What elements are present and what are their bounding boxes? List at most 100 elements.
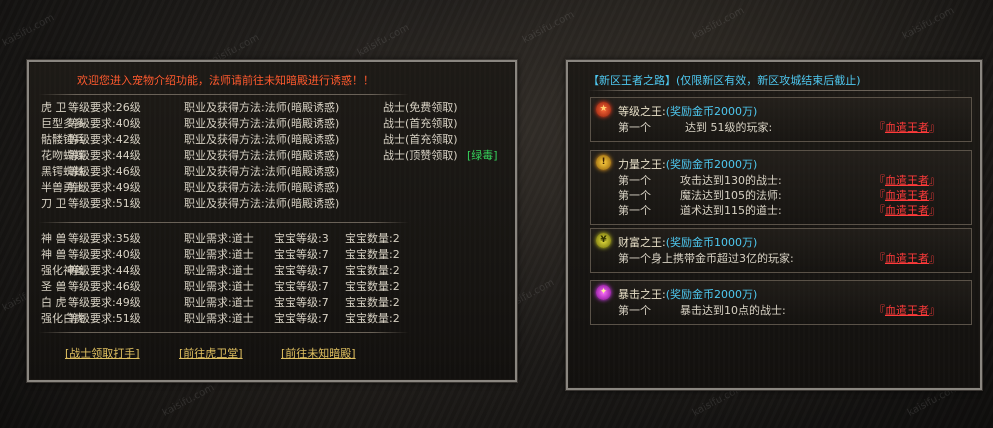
beast-row: 强化神兽 等级要求:44级 职业需求:道士 宝宝等级:7 宝宝数量:2 (29, 263, 509, 279)
beast-lvl: 宝宝等级:7 (274, 264, 329, 277)
bracket-right: 』 (929, 304, 940, 317)
bracket-right: 』 (929, 121, 940, 134)
pet-req: 等级要求:44级 (68, 149, 141, 162)
divider (39, 222, 409, 223)
king-road-panel: 【新区王者之路】(仅限新区有效，新区攻城结束后截止) ★ 等级之王:(奖励金币20… (565, 59, 983, 391)
section-title: 暴击之王:(奖励金币2000万) (618, 286, 757, 302)
condition-row: 第一个 魔法达到105的法师: 『血遣王者』 (618, 188, 968, 203)
beast-req: 等级要求:35级 (68, 232, 141, 245)
beast-row: 圣 兽等级要求:46级 职业需求:道士 宝宝等级:7 宝宝数量:2 (29, 279, 509, 295)
condition-text: 达到 51级的玩家: (685, 121, 773, 134)
king-name-link[interactable]: 『血遣王者』 (874, 303, 940, 318)
go-tiger-hall-link[interactable]: [前往虎卫堂] (179, 345, 243, 361)
pet-req: 等级要求:42级 (68, 133, 141, 146)
king-name-link[interactable]: 『血遣王者』 (874, 203, 940, 218)
divider (39, 332, 409, 333)
beast-name: 白 虎 (41, 296, 67, 309)
pet-row: 虎 卫等级要求:26级 职业及获得方法:法师(暗殿诱惑) 战士(免费领取) (29, 100, 509, 116)
pet-intro-header: 欢迎您进入宠物介绍功能，法师请前往未知暗殿进行诱惑！！ (77, 74, 374, 87)
pet-extra: 战士(顶赞领取) (383, 149, 458, 162)
beast-qty: 宝宝数量:2 (345, 312, 400, 325)
beast-lvl: 宝宝等级:3 (274, 232, 329, 245)
section-title: 力量之王:(奖励金币2000万) (618, 156, 757, 172)
pet-row: 黑锷蜘蛛 等级要求:46级 职业及获得方法:法师(暗殿诱惑) (29, 164, 509, 180)
rank-label: 第一个身上携带金币超过3亿的玩家: (618, 252, 794, 265)
bracket-left: 『 (874, 204, 885, 217)
pet-row: 骷髅锤兵 等级要求:42级 职业及获得方法:法师(暗殿诱惑) 战士(首充领取) (29, 132, 509, 148)
king-title: 财富之王: (618, 236, 666, 249)
king-name: 血遣王者 (885, 304, 929, 317)
pet-method: 职业及获得方法:法师(暗殿诱惑) (184, 149, 340, 162)
beast-qty: 宝宝数量:2 (345, 296, 400, 309)
rank-label: 第一个 (618, 174, 651, 187)
beast-row: 神 兽等级要求:40级 职业需求:道士 宝宝等级:7 宝宝数量:2 (29, 247, 509, 263)
beast-req: 等级要求:49级 (68, 296, 141, 309)
bracket-left: 『 (874, 174, 885, 187)
pet-req: 等级要求:49级 (68, 181, 141, 194)
reward-text: (奖励金币2000万) (665, 105, 758, 118)
king-name: 血遣王者 (885, 174, 929, 187)
condition-row: 第一个 达到 51级的玩家: 『血遣王者』 (618, 120, 968, 135)
beast-job: 职业需求:道士 (184, 280, 254, 293)
bracket-right: 』 (929, 252, 940, 265)
beast-row: 强化白虎 等级要求:51级 职业需求:道士 宝宝等级:7 宝宝数量:2 (29, 311, 509, 327)
beast-lvl: 宝宝等级:7 (274, 248, 329, 261)
condition-row: 第一个 道术达到115的道士: 『血遣王者』 (618, 203, 968, 218)
rank-label: 第一个 (618, 189, 651, 202)
go-unknown-temple-link[interactable]: [前往未知暗殿] (281, 345, 356, 361)
bracket-right: 』 (929, 189, 940, 202)
beast-req: 等级要求:51级 (68, 312, 141, 325)
king-name-link[interactable]: 『血遣王者』 (874, 188, 940, 203)
beast-lvl: 宝宝等级:7 (274, 312, 329, 325)
king-name: 血遣王者 (885, 189, 929, 202)
power-king-section: ! 力量之王:(奖励金币2000万) 第一个 攻击达到130的战士: 『血遣王者』 第一个… (590, 150, 972, 225)
condition-text: 攻击达到130的战士: (680, 174, 782, 187)
crit-king-section: ✦ 暴击之王:(奖励金币2000万) 第一个 暴击达到10点的战士: 『血遣王者』 (590, 280, 972, 325)
condition-row: 第一个 暴击达到10点的战士: 『血遣王者』 (618, 303, 968, 318)
king-title: 力量之王: (618, 158, 666, 171)
pet-req: 等级要求:46级 (68, 165, 141, 178)
beast-req: 等级要求:40级 (68, 248, 141, 261)
reward-text: (奖励金币2000万) (665, 158, 758, 171)
bracket-left: 『 (874, 121, 885, 134)
section-title: 等级之王:(奖励金币2000万) (618, 103, 757, 119)
beast-job: 职业需求:道士 (184, 232, 254, 245)
king-name-link[interactable]: 『血遣王者』 (874, 251, 940, 266)
bracket-left: 『 (874, 189, 885, 202)
beast-lvl: 宝宝等级:7 (274, 296, 329, 309)
pet-intro-panel: 欢迎您进入宠物介绍功能，法师请前往未知暗殿进行诱惑！！ 虎 卫等级要求:26级职… (26, 59, 518, 383)
rank-icon: ! (596, 155, 611, 170)
warrior-get-fighter-link[interactable]: [战士领取打手] (65, 345, 140, 361)
beast-job: 职业需求:道士 (184, 248, 254, 261)
beast-qty: 宝宝数量:2 (345, 264, 400, 277)
king-name-link[interactable]: 『血遣王者』 (874, 120, 940, 135)
beast-job: 职业需求:道士 (184, 264, 254, 277)
beast-name: 神 兽 (41, 232, 67, 245)
pet-req: 等级要求:26级 (68, 101, 141, 114)
reward-text: (奖励金币1000万) (665, 236, 758, 249)
king-road-header: 【新区王者之路】(仅限新区有效，新区攻城结束后截止) (588, 74, 861, 87)
beast-job: 职业需求:道士 (184, 312, 254, 325)
pet-row: 巨型多多 等级要求:40级 职业及获得方法:法师(暗殿诱惑) 战士(首充领取) (29, 116, 509, 132)
beast-name: 圣 兽 (41, 280, 67, 293)
divider (588, 90, 964, 91)
pet-name: 虎 卫 (41, 101, 67, 114)
pet-extra: 战士(首充领取) (383, 133, 458, 146)
beast-qty: 宝宝数量:2 (345, 280, 400, 293)
king-name-link[interactable]: 『血遣王者』 (874, 173, 940, 188)
pet-method: 职业及获得方法:法师(暗殿诱惑) (184, 165, 340, 178)
pet-req: 等级要求:51级 (68, 197, 141, 210)
king-title: 等级之王: (618, 105, 666, 118)
king-name: 血遣王者 (885, 252, 929, 265)
section-title: 财富之王:(奖励金币1000万) (618, 234, 757, 250)
pet-row: 半兽勇士 等级要求:49级 职业及获得方法:法师(暗殿诱惑) (29, 180, 509, 196)
divider (39, 94, 409, 95)
condition-text: 道术达到115的道士: (680, 204, 782, 217)
pet-extra: 战士(首充领取) (383, 117, 458, 130)
pet-method: 职业及获得方法:法师(暗殿诱惑) (184, 133, 340, 146)
pet-method: 职业及获得方法:法师(暗殿诱惑) (184, 117, 340, 130)
rank-label: 第一个 (618, 304, 651, 317)
pet-method: 职业及获得方法:法师(暗殿诱惑) (184, 197, 340, 210)
pet-extra: 战士(免费领取) (383, 101, 458, 114)
wealth-king-section: ¥ 财富之王:(奖励金币1000万) 第一个身上携带金币超过3亿的玩家: 『血遣王者』 (590, 228, 972, 273)
